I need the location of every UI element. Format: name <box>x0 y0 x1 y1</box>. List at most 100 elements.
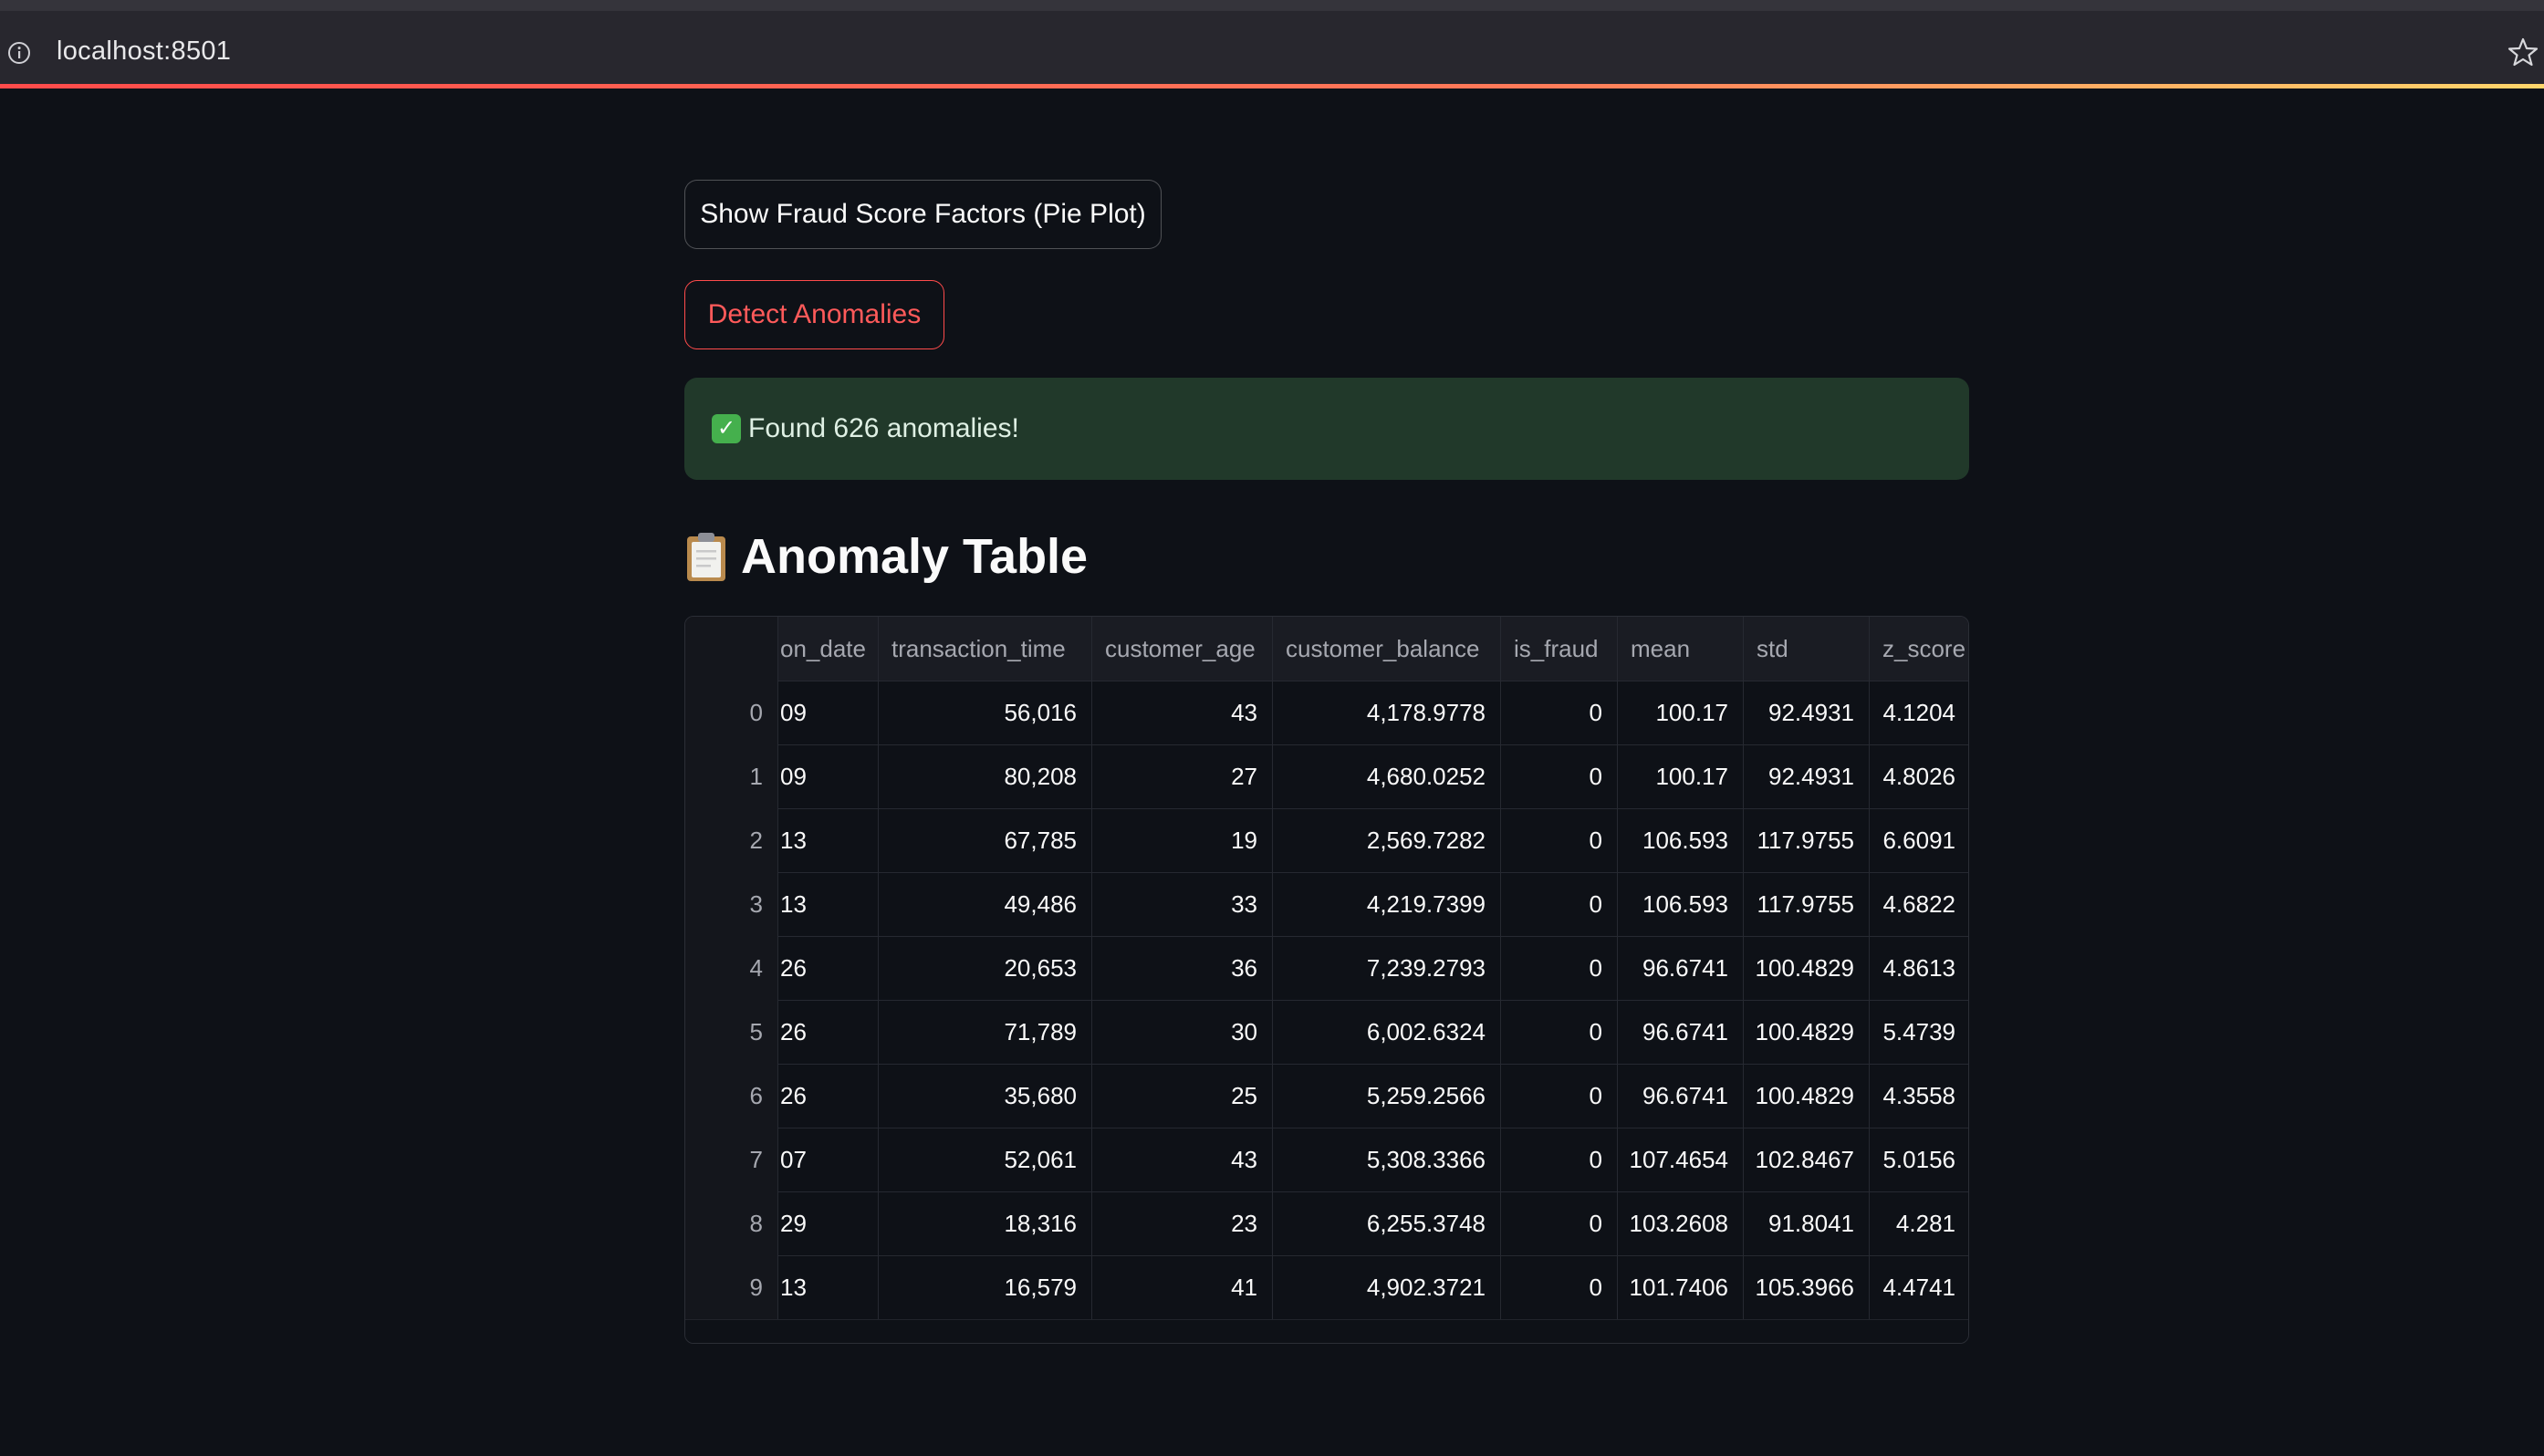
table-cell[interactable]: 13 <box>778 872 879 936</box>
table-cell[interactable]: 27 <box>1092 744 1273 808</box>
table-cell[interactable]: 23 <box>1092 1191 1273 1255</box>
table-cell[interactable]: 4.4741 <box>1870 1255 1968 1319</box>
row-index[interactable]: 0 <box>685 681 778 744</box>
table-cell[interactable]: 36 <box>1092 936 1273 1000</box>
table-cell[interactable]: 100.4829 <box>1744 1064 1870 1128</box>
table-cell[interactable]: 0 <box>1501 1128 1618 1191</box>
table-row[interactable]: 0 09 56,016 43 4,178.9778 0 100.17 92.4931 4.120… <box>685 681 1968 745</box>
column-header[interactable]: is_fraud <box>1501 617 1618 681</box>
table-cell[interactable]: 100.17 <box>1618 744 1744 808</box>
table-cell[interactable]: 4,680.0252 <box>1273 744 1501 808</box>
column-header[interactable]: mean <box>1618 617 1744 681</box>
table-cell[interactable]: 5,259.2566 <box>1273 1064 1501 1128</box>
site-info-icon[interactable] <box>7 41 31 65</box>
table-cell[interactable]: 103.2608 <box>1618 1191 1744 1255</box>
table-cell[interactable]: 2,569.7282 <box>1273 808 1501 872</box>
table-row[interactable]: 5 26 71,789 30 6,002.6324 0 96.6741 100.4829 5.4… <box>685 1000 1968 1065</box>
table-cell[interactable]: 6,002.6324 <box>1273 1000 1501 1064</box>
table-cell[interactable]: 0 <box>1501 808 1618 872</box>
table-row[interactable]: 2 13 67,785 19 2,569.7282 0 106.593 117.9755 6.6… <box>685 808 1968 873</box>
table-cell[interactable]: 96.6741 <box>1618 936 1744 1000</box>
table-cell[interactable]: 5,308.3366 <box>1273 1128 1501 1191</box>
table-cell[interactable]: 80,208 <box>879 744 1092 808</box>
column-header[interactable]: customer_balance <box>1273 617 1501 681</box>
table-cell[interactable]: 71,789 <box>879 1000 1092 1064</box>
table-cell[interactable]: 30 <box>1092 1000 1273 1064</box>
table-cell[interactable]: 117.9755 <box>1744 872 1870 936</box>
table-cell[interactable]: 0 <box>1501 744 1618 808</box>
table-cell[interactable]: 4.6822 <box>1870 872 1968 936</box>
row-index[interactable]: 7 <box>685 1128 778 1191</box>
row-index[interactable]: 9 <box>685 1255 778 1319</box>
table-row[interactable]: 9 13 16,579 41 4,902.3721 0 101.7406 105.3966 4.… <box>685 1255 1968 1320</box>
show-fraud-score-factors-button[interactable]: Show Fraud Score Factors (Pie Plot) <box>684 180 1162 249</box>
table-cell[interactable]: 100.4829 <box>1744 1000 1870 1064</box>
table-cell[interactable]: 19 <box>1092 808 1273 872</box>
table-cell[interactable]: 4.281 <box>1870 1191 1968 1255</box>
table-cell[interactable]: 0 <box>1501 1064 1618 1128</box>
table-row[interactable]: 7 07 52,061 43 5,308.3366 0 107.4654 102.8467 5.… <box>685 1128 1968 1192</box>
table-cell[interactable]: 4,178.9778 <box>1273 681 1501 744</box>
table-cell[interactable]: 26 <box>778 1000 879 1064</box>
table-cell[interactable]: 4.8026 <box>1870 744 1968 808</box>
table-cell[interactable]: 5.4739 <box>1870 1000 1968 1064</box>
table-cell[interactable]: 100.4829 <box>1744 936 1870 1000</box>
anomaly-table[interactable]: on_date transaction_time customer_age cu… <box>684 616 1969 1344</box>
table-row[interactable]: 1 09 80,208 27 4,680.0252 0 100.17 92.4931 4.802… <box>685 744 1968 809</box>
table-cell[interactable]: 100.17 <box>1618 681 1744 744</box>
table-cell[interactable]: 5.0156 <box>1870 1128 1968 1191</box>
table-cell[interactable]: 52,061 <box>879 1128 1092 1191</box>
table-cell[interactable]: 105.3966 <box>1744 1255 1870 1319</box>
table-cell[interactable]: 96.6741 <box>1618 1000 1744 1064</box>
table-cell[interactable]: 0 <box>1501 1255 1618 1319</box>
table-cell[interactable]: 56,016 <box>879 681 1092 744</box>
table-cell[interactable]: 4.3558 <box>1870 1064 1968 1128</box>
table-cell[interactable]: 41 <box>1092 1255 1273 1319</box>
table-cell[interactable]: 107.4654 <box>1618 1128 1744 1191</box>
table-cell[interactable]: 96.6741 <box>1618 1064 1744 1128</box>
table-cell[interactable]: 4.1204 <box>1870 681 1968 744</box>
table-cell[interactable]: 6.6091 <box>1870 808 1968 872</box>
table-cell[interactable]: 106.593 <box>1618 872 1744 936</box>
table-cell[interactable]: 92.4931 <box>1744 744 1870 808</box>
table-cell[interactable]: 101.7406 <box>1618 1255 1744 1319</box>
table-cell[interactable]: 13 <box>778 1255 879 1319</box>
column-header[interactable]: transaction_time <box>879 617 1092 681</box>
bookmark-star-icon[interactable] <box>2508 36 2539 68</box>
url-text[interactable]: localhost:8501 <box>57 36 231 67</box>
table-cell[interactable]: 35,680 <box>879 1064 1092 1128</box>
row-index[interactable]: 3 <box>685 872 778 936</box>
table-row[interactable]: 3 13 49,486 33 4,219.7399 0 106.593 117.9755 4.6… <box>685 872 1968 937</box>
table-cell[interactable]: 16,579 <box>879 1255 1092 1319</box>
table-cell[interactable]: 43 <box>1092 681 1273 744</box>
table-row[interactable]: 6 26 35,680 25 5,259.2566 0 96.6741 100.4829 4.3… <box>685 1064 1968 1128</box>
detect-anomalies-button[interactable]: Detect Anomalies <box>684 280 944 349</box>
table-cell[interactable]: 18,316 <box>879 1191 1092 1255</box>
table-cell[interactable]: 117.9755 <box>1744 808 1870 872</box>
table-cell[interactable]: 4.8613 <box>1870 936 1968 1000</box>
table-cell[interactable]: 4,902.3721 <box>1273 1255 1501 1319</box>
address-bar[interactable]: localhost:8501 <box>0 11 2544 84</box>
table-cell[interactable]: 0 <box>1501 1000 1618 1064</box>
table-cell[interactable]: 49,486 <box>879 872 1092 936</box>
row-index[interactable]: 6 <box>685 1064 778 1128</box>
row-index[interactable]: 8 <box>685 1191 778 1255</box>
column-header[interactable]: customer_age <box>1092 617 1273 681</box>
table-cell[interactable]: 102.8467 <box>1744 1128 1870 1191</box>
table-cell[interactable]: 0 <box>1501 936 1618 1000</box>
table-cell[interactable]: 25 <box>1092 1064 1273 1128</box>
table-cell[interactable]: 6,255.3748 <box>1273 1191 1501 1255</box>
column-header[interactable]: on_date <box>778 617 879 681</box>
table-cell[interactable]: 91.8041 <box>1744 1191 1870 1255</box>
table-cell[interactable]: 33 <box>1092 872 1273 936</box>
table-cell[interactable]: 29 <box>778 1191 879 1255</box>
row-index[interactable]: 5 <box>685 1000 778 1064</box>
table-cell[interactable]: 09 <box>778 681 879 744</box>
row-index[interactable]: 4 <box>685 936 778 1000</box>
table-cell[interactable]: 4,219.7399 <box>1273 872 1501 936</box>
table-cell[interactable]: 67,785 <box>879 808 1092 872</box>
column-header[interactable]: std <box>1744 617 1870 681</box>
table-cell[interactable]: 0 <box>1501 872 1618 936</box>
table-cell[interactable]: 92.4931 <box>1744 681 1870 744</box>
table-cell[interactable]: 7,239.2793 <box>1273 936 1501 1000</box>
